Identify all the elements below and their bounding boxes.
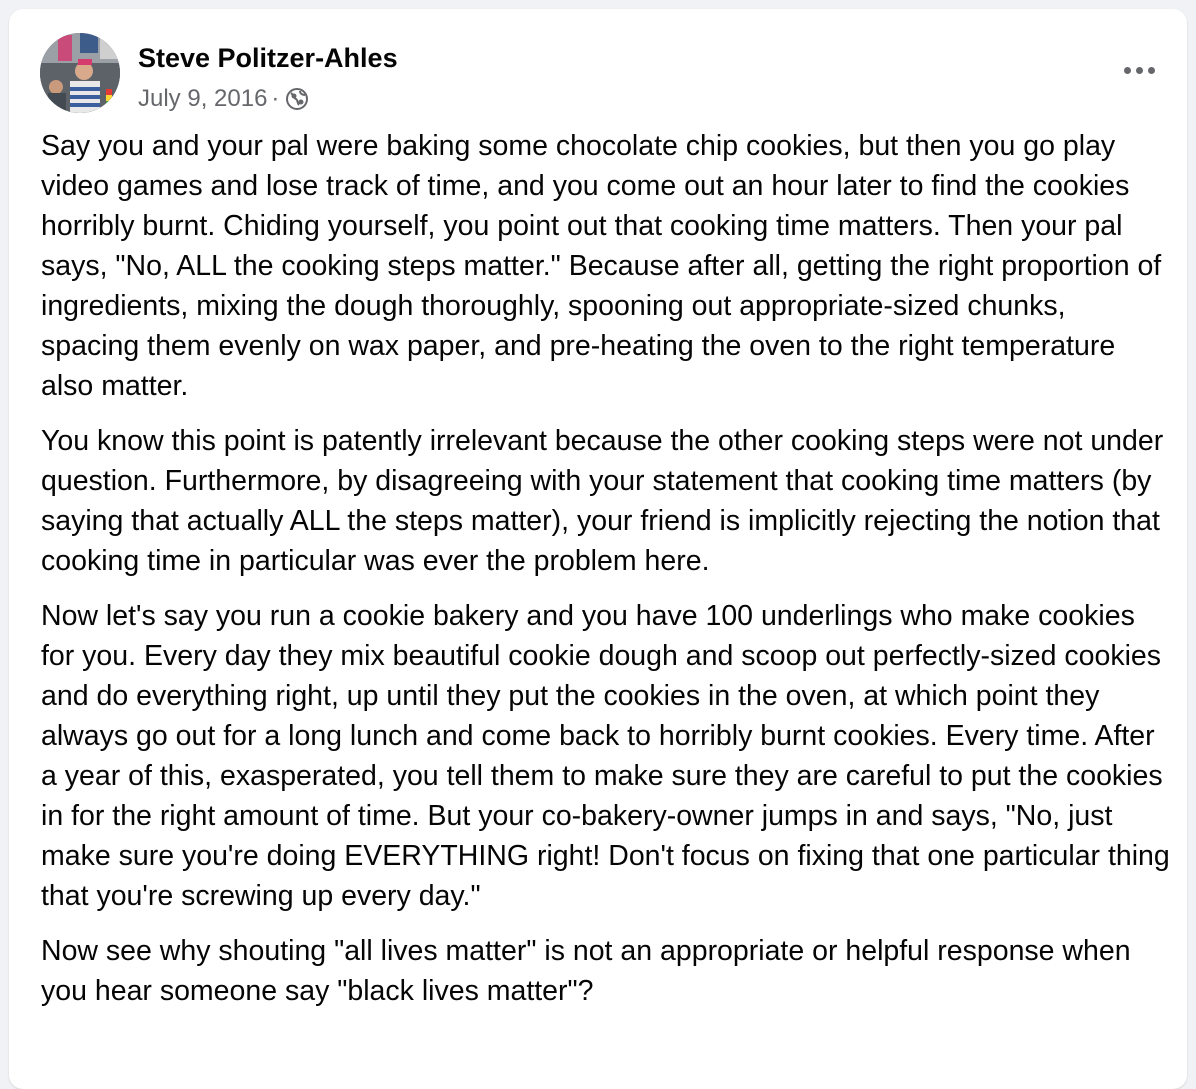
post-body: Say you and your pal were baking some ch… [41,126,1171,1026]
more-options-button[interactable] [1111,53,1167,87]
more-options-icon [1135,66,1143,74]
author-name[interactable]: Steve Politzer-Ahles [138,43,398,74]
post-meta: July 9, 2016 · [138,85,309,113]
post-header: Steve Politzer-Ahles July 9, 2016 · [40,33,1167,113]
meta-separator: · [271,85,280,112]
post-paragraph: Now let's say you run a cookie bakery an… [41,600,1170,912]
more-options-icon [1123,66,1131,74]
post-paragraph: Say you and your pal were baking some ch… [41,130,1162,402]
post-date[interactable]: July 9, 2016 [138,85,267,113]
globe-icon[interactable] [285,87,309,111]
avatar-photo [40,33,120,113]
post-paragraph: You know this point is patently irreleva… [41,425,1164,577]
avatar[interactable] [40,33,120,113]
more-options-icon [1147,66,1155,74]
post-card: Steve Politzer-Ahles July 9, 2016 · Say … [9,9,1187,1089]
post-paragraph: Now see why shouting "all lives matter" … [41,935,1131,1007]
